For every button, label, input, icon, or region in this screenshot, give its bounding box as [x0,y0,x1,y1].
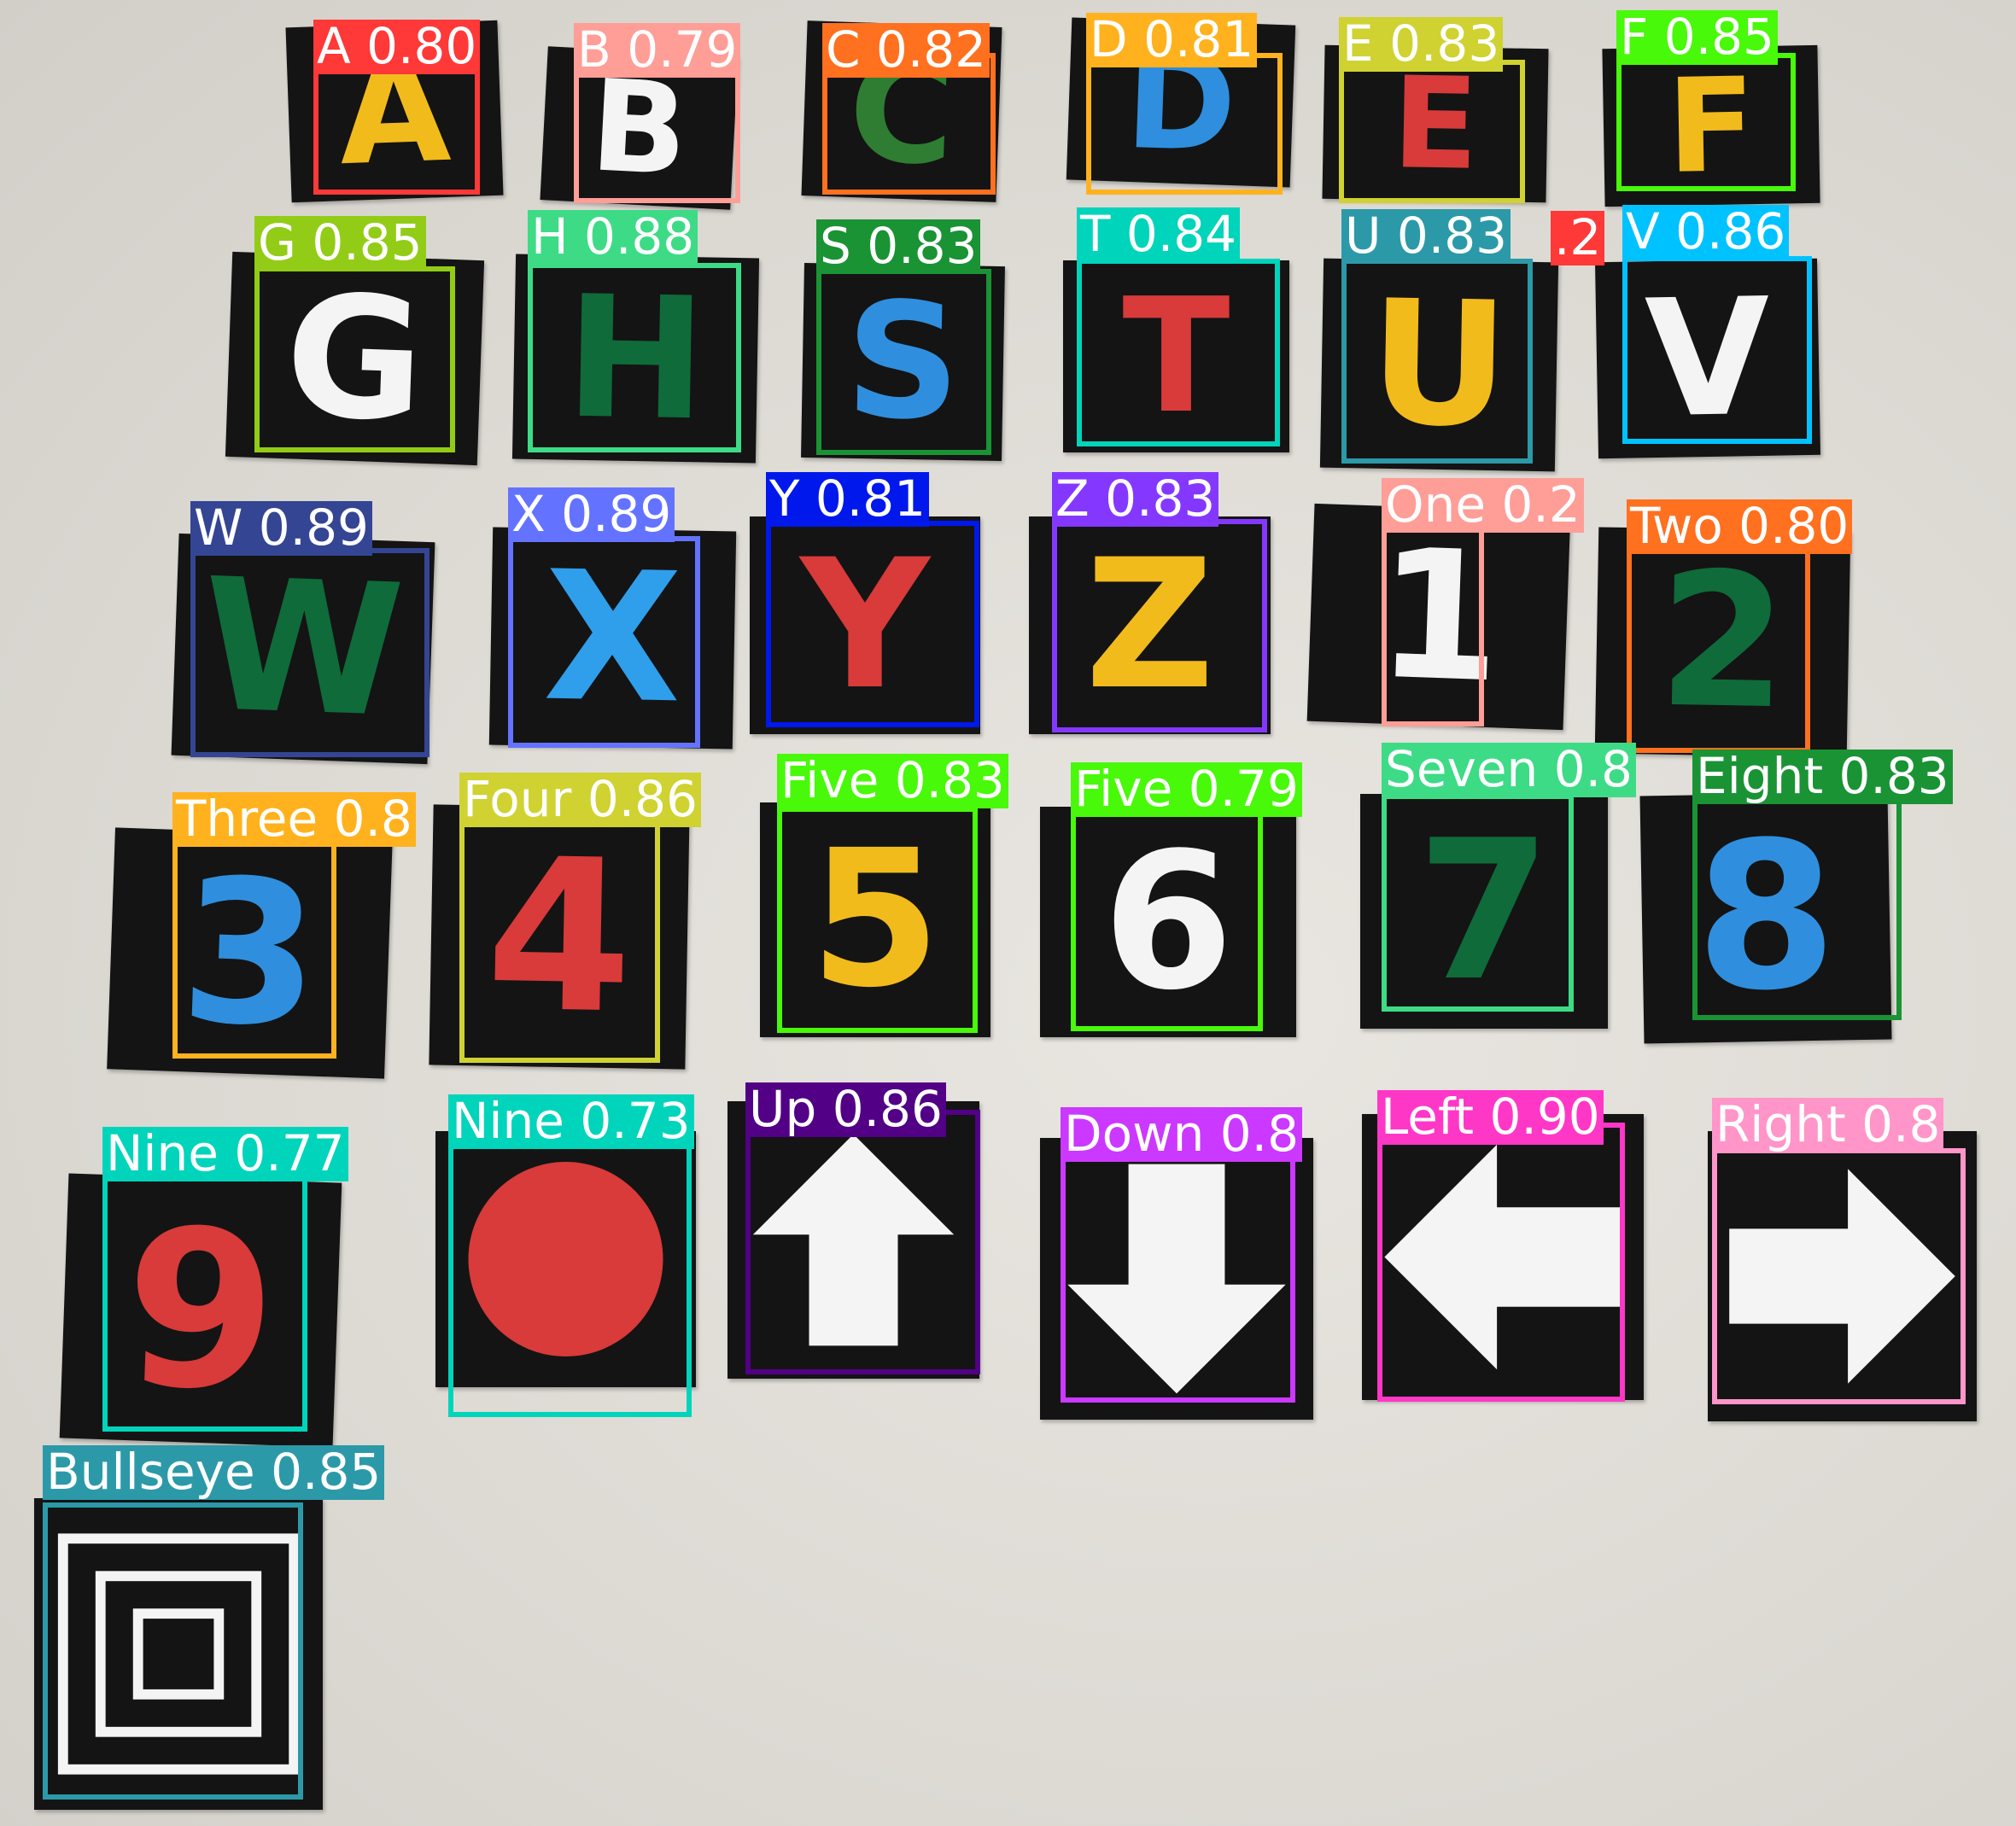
card-seven-0-8: 7 [1360,794,1608,1029]
detection-label: Three 0.8 [172,792,416,847]
card-up-0-86 [728,1101,979,1379]
card-two-0-80: 2 [1594,527,1851,758]
card-t-0-84: T [1063,260,1289,452]
card-glyph: S [844,267,962,456]
card-h-0-88: H [511,254,760,464]
detection-label: Eight 0.83 [1692,750,1953,804]
detection-label: Up 0.86 [745,1082,946,1137]
card-x-0-89: X [488,527,737,750]
card-left-0-90 [1362,1114,1644,1400]
card-nine-0-73 [435,1131,696,1387]
card-u-0-83: U [1319,258,1559,472]
detection-scene: ABCDEFGHSTUVWXYZ123456789A 0.80 B 0.79 C 0… [0,0,2016,1826]
detection-label: F 0.85 [1616,10,1778,65]
card-glyph: 3 [177,835,323,1071]
detection-label: .2 [1551,211,1605,265]
detection-label: E 0.83 [1339,17,1504,72]
detection-label: X 0.89 [508,487,675,542]
card-z-0-83: Z [1029,516,1271,734]
detection-label: Seven 0.8 [1382,743,1636,797]
detection-label: D 0.81 [1086,13,1258,67]
detection-label: Bullseye 0.85 [43,1445,385,1500]
bullseye-icon [57,1533,300,1775]
detection-label: U 0.83 [1341,209,1511,264]
detection-label: V 0.86 [1622,205,1790,260]
detection-label: Nine 0.77 [102,1127,348,1181]
detection-label: W 0.89 [190,501,372,556]
card-glyph: W [199,539,407,758]
card-eight-0-83: 8 [1639,791,1892,1044]
card-one-0-2: 1 [1306,503,1571,731]
card-glyph: 4 [483,814,635,1060]
detection-label: Two 0.80 [1627,499,1853,554]
arrow-right-icon [1729,1169,1955,1384]
detection-label: Five 0.83 [777,754,1008,808]
card-f-0-85: F [1602,44,1820,207]
card-three-0-8: 3 [107,827,393,1079]
detection-label: Right 0.8 [1712,1098,1944,1152]
arrow-up-icon [752,1134,955,1346]
detection-label: B 0.79 [574,23,741,78]
card-nine-0-77: 9 [59,1173,342,1448]
card-glyph: Y [800,522,930,729]
card-down-0-8 [1040,1138,1313,1420]
detection-label: Nine 0.73 [448,1094,694,1149]
detection-label: Z 0.83 [1052,472,1219,527]
card-glyph: 6 [1102,812,1234,1032]
card-glyph: T [1122,264,1230,448]
detection-label: Y 0.81 [766,472,930,527]
card-glyph: G [282,258,428,459]
detection-label: T 0.84 [1077,207,1241,262]
detection-label: G 0.85 [254,216,426,271]
arrow-left-icon [1384,1144,1622,1370]
card-glyph: 1 [1373,510,1505,723]
detection-label: A 0.80 [313,20,481,74]
card-glyph: V [1643,263,1773,453]
detection-label: Four 0.86 [459,773,701,827]
card-w-0-89: W [171,533,435,765]
detection-label: H 0.88 [528,210,698,265]
card-glyph: U [1367,263,1511,466]
detection-label: Down 0.8 [1061,1107,1303,1162]
red-circle-icon [468,1162,663,1356]
card-glyph: H [564,260,708,458]
card-g-0-85: G [225,251,485,466]
card-glyph: 5 [809,810,941,1030]
detection-label: S 0.83 [816,219,981,274]
card-glyph: 9 [120,1181,281,1439]
card-v-0-86: V [1595,258,1820,459]
card-glyph: 8 [1692,797,1839,1037]
card-glyph: 7 [1417,798,1551,1024]
card-four-0-86: 4 [429,804,690,1070]
detection-label: Left 0.90 [1377,1090,1604,1145]
card-five-0-83: 5 [760,802,990,1037]
card-five-0-79: 6 [1040,807,1296,1037]
arrow-down-icon [1067,1164,1286,1394]
card-s-0-83: S [801,262,1005,462]
detection-label: One 0.2 [1382,478,1584,533]
card-glyph: X [541,533,684,744]
detection-label: Five 0.79 [1071,762,1302,817]
detection-label: C 0.82 [822,23,990,78]
card-glyph: F [1665,49,1757,202]
card-glyph: Z [1084,522,1215,729]
card-y-0-81: Y [750,516,980,734]
card-bullseye-0-85 [34,1498,323,1810]
card-glyph: 2 [1656,533,1790,751]
card-right-0-8 [1708,1131,1977,1421]
